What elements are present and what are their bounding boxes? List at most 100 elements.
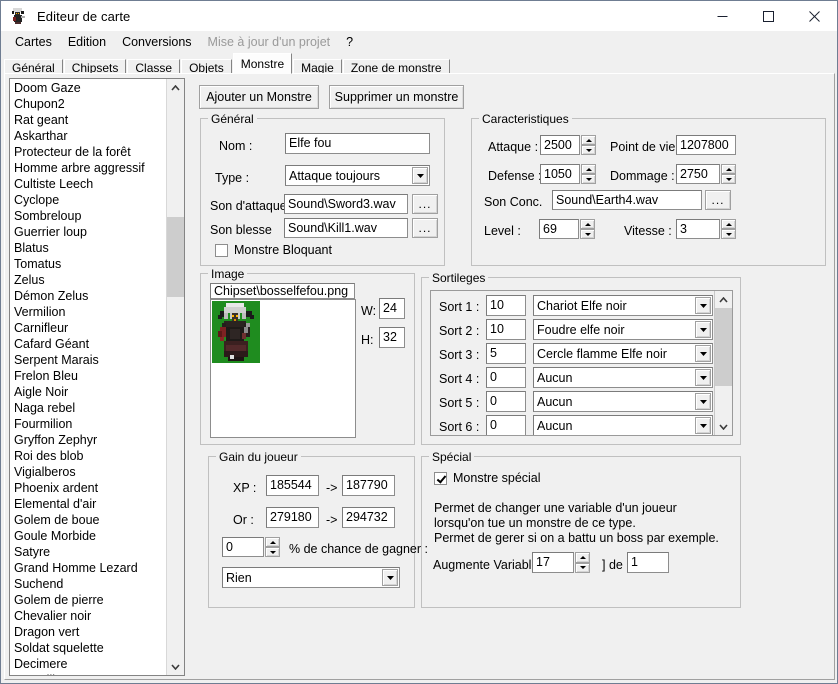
scroll-thumb[interactable]	[715, 308, 732, 386]
list-item[interactable]: Chevalier noir	[12, 608, 166, 624]
xp-min-input[interactable]: 185544	[266, 475, 319, 496]
list-item[interactable]: Suchend	[12, 576, 166, 592]
menu-cartes[interactable]: Cartes	[7, 33, 60, 51]
variable-index-stepper[interactable]	[575, 552, 590, 573]
chevron-down-icon[interactable]	[695, 345, 711, 362]
spells-list[interactable]: Sort 1 :10Chariot Elfe noirSort 2 :10Fou…	[430, 290, 733, 436]
list-item[interactable]: Aigle Noir	[12, 384, 166, 400]
list-item[interactable]: Frelon Bleu	[12, 368, 166, 384]
maximize-icon[interactable]	[745, 1, 791, 31]
list-item[interactable]: Chupon2	[12, 96, 166, 112]
spell-select[interactable]: Aucun	[533, 367, 713, 388]
list-item[interactable]: Elemental d'air	[12, 496, 166, 512]
list-item[interactable]: Fourmilion	[12, 416, 166, 432]
level-stepper[interactable]	[580, 219, 595, 239]
monster-list-items[interactable]: Doom GazeChupon2Rat geantAskartharProtec…	[10, 79, 166, 675]
stepper-up-icon[interactable]	[721, 219, 736, 229]
spell-select[interactable]: Chariot Elfe noir	[533, 295, 713, 316]
stepper-up-icon[interactable]	[580, 219, 595, 229]
monster-list[interactable]: Doom GazeChupon2Rat geantAskartharProtec…	[9, 78, 185, 676]
hurt-sound-browse-button[interactable]: ...	[412, 218, 438, 238]
damage-input[interactable]: 2750	[676, 164, 720, 184]
list-item[interactable]: Tomatus	[12, 256, 166, 272]
gain-item-select[interactable]: Rien	[222, 567, 400, 588]
spells-scrollbar[interactable]	[714, 291, 732, 435]
chance-input[interactable]: 0	[222, 537, 264, 557]
menu-conversions[interactable]: Conversions	[114, 33, 199, 51]
stepper-down-icon[interactable]	[721, 174, 736, 184]
list-item[interactable]: Homme arbre aggressif	[12, 160, 166, 176]
list-item[interactable]: Sombreloup	[12, 208, 166, 224]
list-item[interactable]: Vermilion	[12, 304, 166, 320]
spell-select[interactable]: Aucun	[533, 415, 713, 436]
spell-count-input[interactable]: 10	[486, 295, 526, 316]
minimize-icon[interactable]	[699, 1, 745, 31]
damage-stepper[interactable]	[721, 164, 736, 184]
list-item[interactable]: Grand Homme Lezard	[12, 560, 166, 576]
monster-list-scrollbar[interactable]	[166, 79, 184, 675]
list-item[interactable]: Serpent Marais	[12, 352, 166, 368]
chevron-down-icon[interactable]	[695, 393, 711, 410]
list-item[interactable]: Askarthar	[12, 128, 166, 144]
list-item[interactable]: Dragon vert	[12, 624, 166, 640]
attack-stepper[interactable]	[581, 135, 596, 155]
chevron-down-icon[interactable]	[695, 321, 711, 338]
chevron-down-icon[interactable]	[695, 369, 711, 386]
list-item[interactable]: Golem de boue	[12, 512, 166, 528]
list-item[interactable]: Blatus	[12, 240, 166, 256]
delete-monster-button[interactable]: Supprimer un monstre	[329, 85, 464, 109]
special-monster-checkbox[interactable]: Monstre spécial	[434, 471, 541, 485]
xp-max-input[interactable]: 187790	[342, 475, 395, 496]
stepper-down-icon[interactable]	[265, 547, 280, 557]
blocking-monster-checkbox[interactable]: Monstre Bloquant	[215, 243, 332, 257]
chevron-down-icon[interactable]	[382, 569, 398, 586]
type-select[interactable]: Attaque toujours	[285, 165, 430, 186]
tab-monstre[interactable]: Monstre	[233, 53, 292, 74]
list-item[interactable]: Carnifleur	[12, 320, 166, 336]
width-input[interactable]: 24	[379, 298, 405, 319]
attack-sound-browse-button[interactable]: ...	[412, 194, 438, 214]
spell-select[interactable]: Foudre elfe noir	[533, 319, 713, 340]
list-item[interactable]: Satyre	[12, 544, 166, 560]
speed-input[interactable]: 3	[676, 219, 720, 239]
spell-count-input[interactable]: 10	[486, 319, 526, 340]
list-item[interactable]: Guerrier loup	[12, 224, 166, 240]
attack-input[interactable]: 2500	[540, 135, 580, 155]
add-monster-button[interactable]: Ajouter un Monstre	[199, 85, 319, 109]
hp-input[interactable]: 1207800	[676, 135, 736, 155]
chevron-down-icon[interactable]	[695, 297, 711, 314]
list-item[interactable]: Roi des blob	[12, 448, 166, 464]
list-item[interactable]: Cultiste Leech	[12, 176, 166, 192]
list-item[interactable]: Zelus	[12, 272, 166, 288]
hurt-sound-input[interactable]: Sound\Kill1.wav	[284, 218, 408, 238]
close-icon[interactable]	[791, 1, 837, 31]
variable-index-input[interactable]: 17	[532, 552, 574, 573]
spell-select[interactable]: Cercle flamme Elfe noir	[533, 343, 713, 364]
gold-max-input[interactable]: 294732	[342, 507, 395, 528]
chevron-down-icon[interactable]	[412, 167, 428, 184]
variable-amount-input[interactable]: 1	[627, 552, 669, 573]
stepper-down-icon[interactable]	[581, 145, 596, 155]
list-item[interactable]: Rat geant	[12, 112, 166, 128]
conc-sound-browse-button[interactable]: ...	[705, 190, 731, 210]
list-item[interactable]: Phoenix ardent	[12, 480, 166, 496]
list-item[interactable]: Cyclope	[12, 192, 166, 208]
list-item[interactable]: Batoeill	[12, 672, 166, 675]
menu-help[interactable]: ?	[338, 33, 361, 51]
stepper-up-icon[interactable]	[575, 552, 590, 563]
spell-count-input[interactable]: 0	[486, 415, 526, 436]
stepper-up-icon[interactable]	[265, 537, 280, 547]
list-item[interactable]: Démon Zelus	[12, 288, 166, 304]
stepper-up-icon[interactable]	[721, 164, 736, 174]
sprite-preview[interactable]	[210, 299, 356, 438]
scroll-up-icon[interactable]	[167, 79, 184, 96]
scroll-thumb[interactable]	[167, 217, 184, 297]
chance-stepper[interactable]	[265, 537, 280, 557]
gold-min-input[interactable]: 279180	[266, 507, 319, 528]
spell-count-input[interactable]: 0	[486, 391, 526, 412]
image-path-input[interactable]: Chipset\bosselfefou.png	[210, 283, 355, 299]
stepper-down-icon[interactable]	[721, 229, 736, 239]
stepper-down-icon[interactable]	[581, 174, 596, 184]
scroll-up-icon[interactable]	[715, 291, 732, 308]
list-item[interactable]: Goule Morbide	[12, 528, 166, 544]
